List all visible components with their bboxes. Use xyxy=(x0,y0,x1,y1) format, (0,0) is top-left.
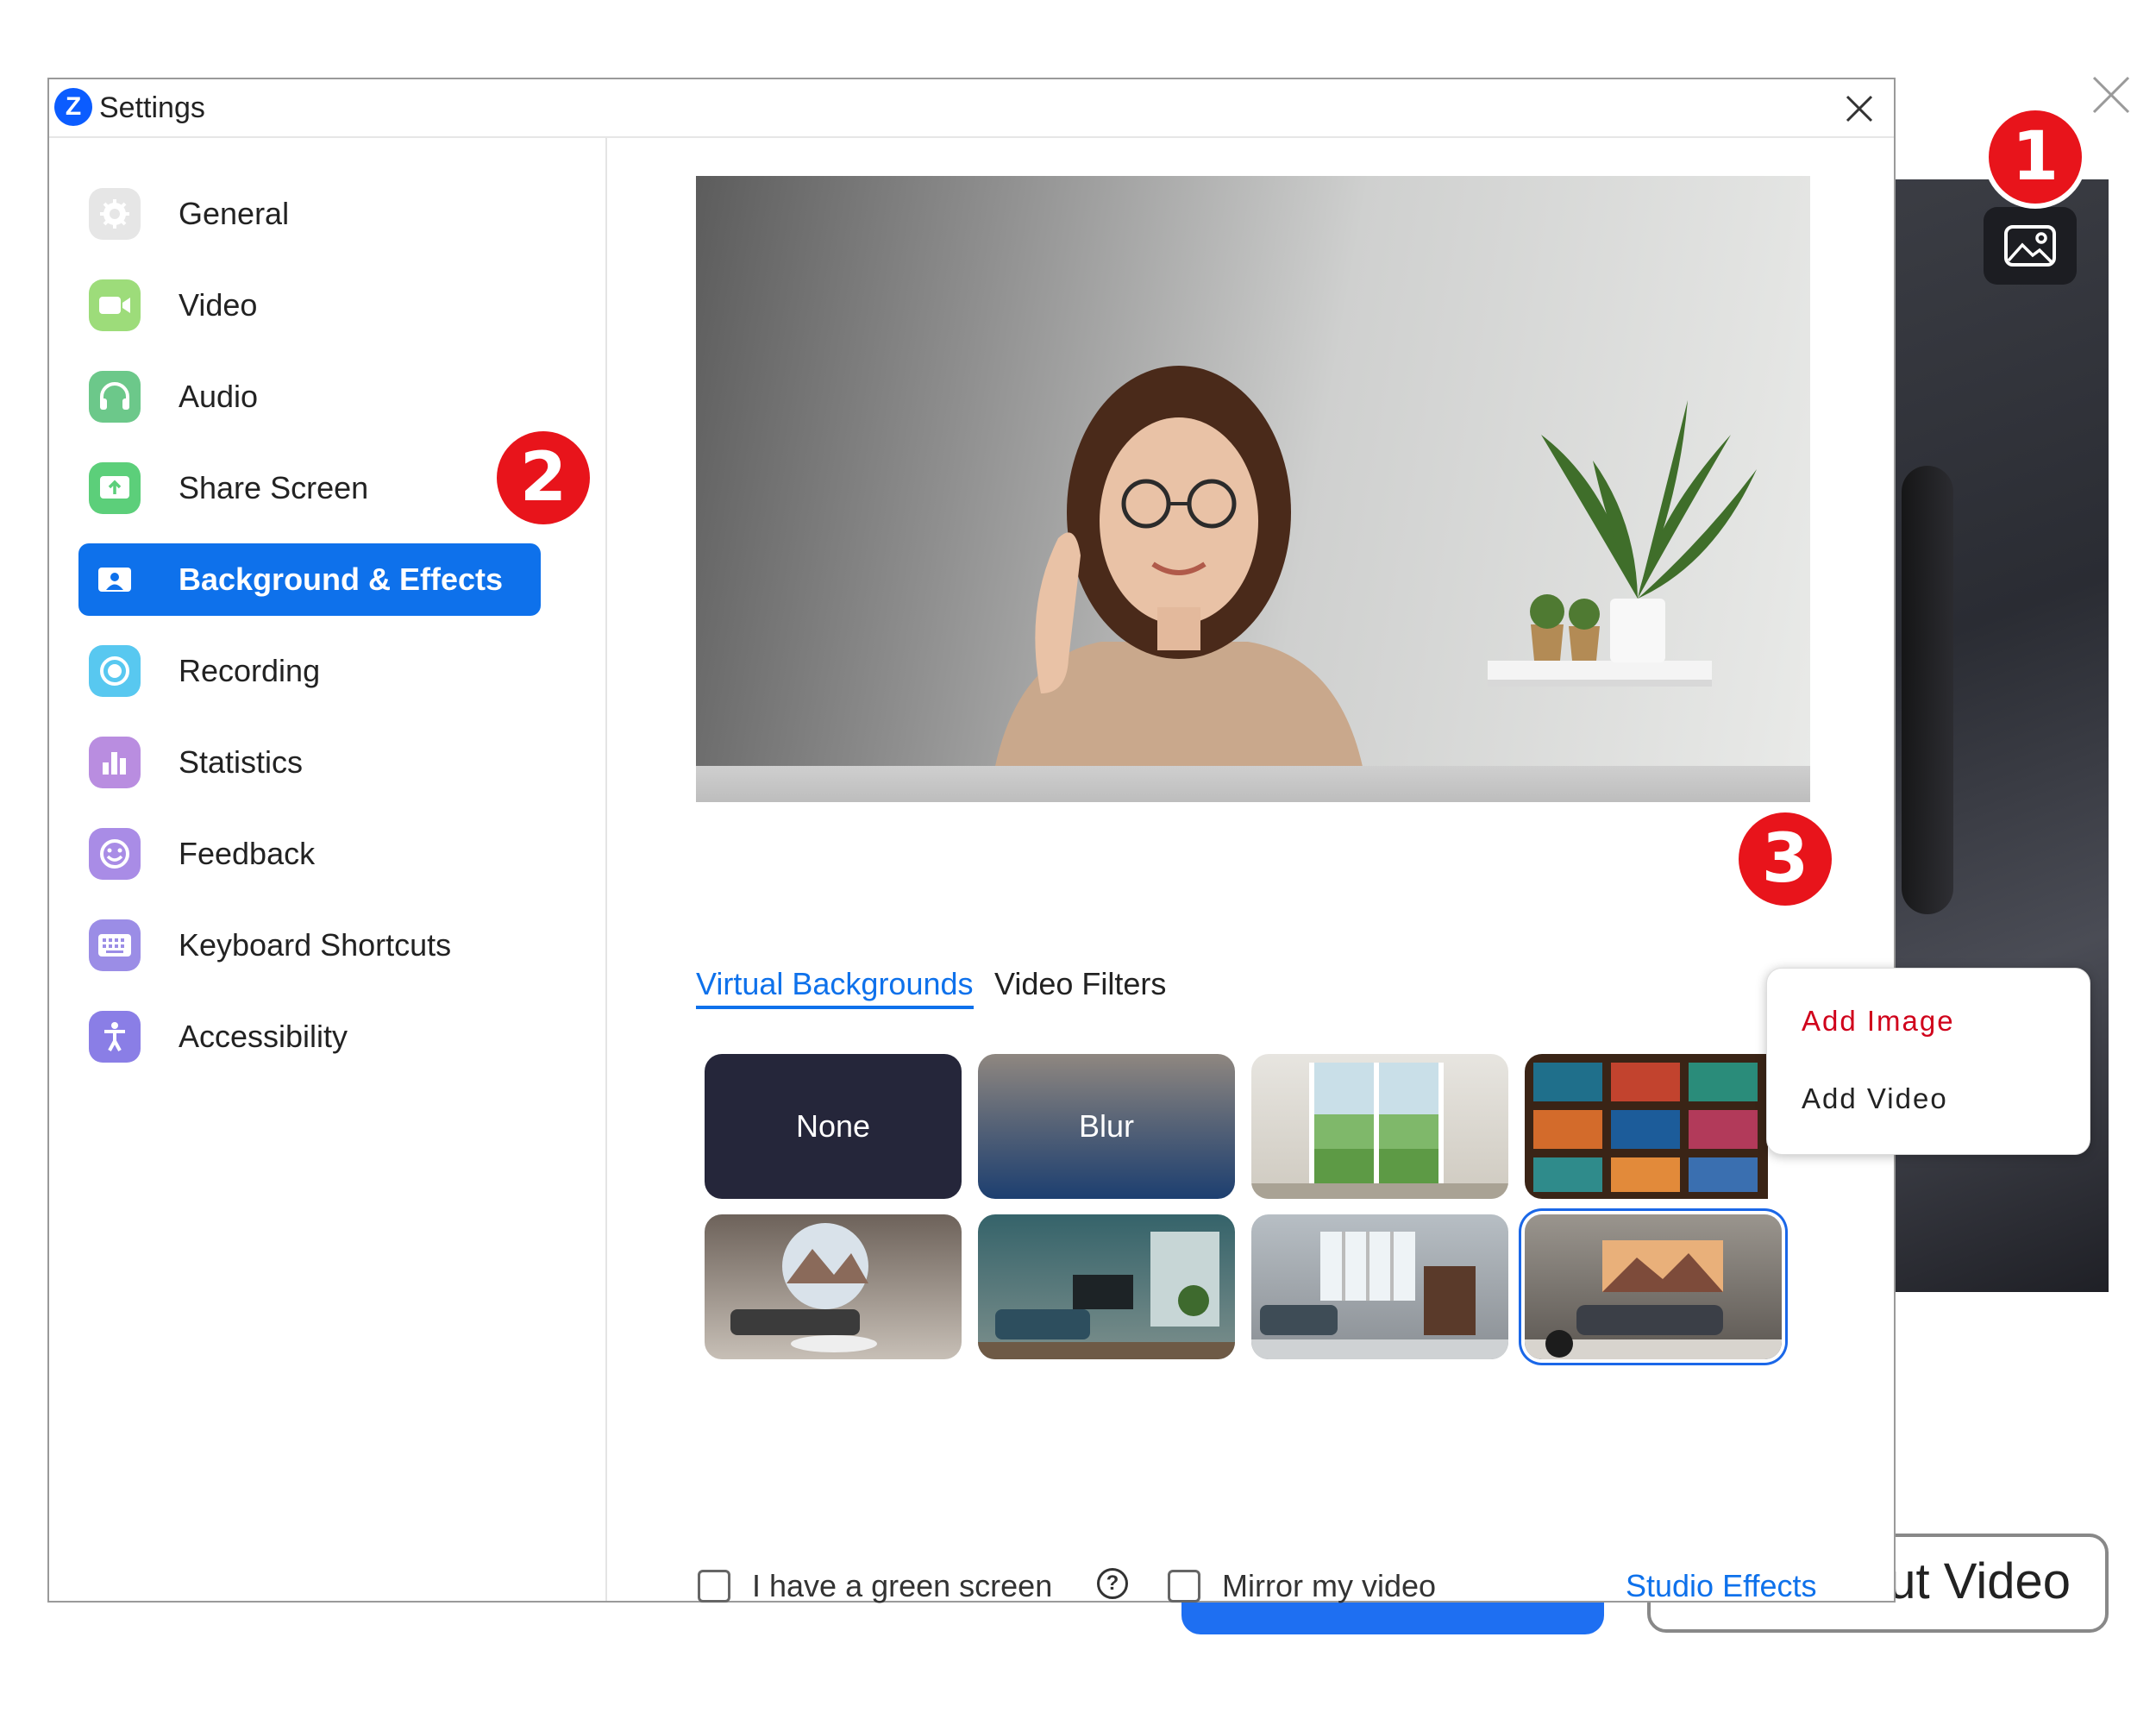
background-none[interactable]: None xyxy=(705,1054,962,1199)
sidebar-item-label: General xyxy=(179,196,290,231)
sidebar-item-label: Share Screen xyxy=(179,470,369,505)
sidebar-item-background-effects[interactable]: Background & Effects xyxy=(78,543,541,616)
record-icon xyxy=(89,645,141,697)
step-badge-1: 1 xyxy=(1989,110,2082,204)
step-badge-2: 2 xyxy=(497,431,590,524)
sidebar-item-audio[interactable]: Audio xyxy=(78,361,541,433)
background-bookshelf[interactable] xyxy=(1525,1054,1768,1199)
living-room-bright-image xyxy=(1251,1232,1508,1359)
living-room-round-window-image xyxy=(730,1223,877,1352)
garden-window-image xyxy=(1251,1063,1508,1199)
sidebar-item-general[interactable]: General xyxy=(78,178,541,250)
sidebar-item-label: Video xyxy=(179,287,258,323)
green-screen-label: I have a green screen xyxy=(752,1568,1053,1603)
preview-scene xyxy=(989,366,1757,802)
settings-sidebar: General Video Audio Share Screen Backgro… xyxy=(49,138,607,1601)
share-screen-icon xyxy=(89,462,141,514)
background-preview-shape xyxy=(1902,466,1953,914)
background-effects-panel: Virtual Backgrounds Video Filters None B… xyxy=(607,138,1894,1604)
sidebar-item-label: Accessibility xyxy=(179,1019,348,1054)
sidebar-item-video[interactable]: Video xyxy=(78,269,541,342)
sidebar-item-label: Recording xyxy=(179,653,321,688)
studio-effects-link[interactable]: Studio Effects xyxy=(1626,1568,1816,1604)
living-room-mountain-art-image xyxy=(1525,1240,1782,1359)
close-icon[interactable] xyxy=(1840,90,1878,128)
video-camera-icon xyxy=(89,279,141,331)
sidebar-item-label: Keyboard Shortcuts xyxy=(179,927,452,963)
sidebar-item-label: Feedback xyxy=(179,836,316,871)
sidebar-item-recording[interactable]: Recording xyxy=(78,635,541,707)
preview-floor xyxy=(696,766,1810,802)
background-blur[interactable]: Blur xyxy=(978,1054,1235,1199)
background-living-room-mountain-art[interactable] xyxy=(1525,1214,1782,1359)
title-bar: Z Settings xyxy=(49,79,1894,138)
accessibility-icon xyxy=(89,1011,141,1063)
background-living-room-bright[interactable] xyxy=(1251,1214,1508,1359)
tab-virtual-backgrounds[interactable]: Virtual Backgrounds xyxy=(696,966,974,1009)
background-garden-window[interactable] xyxy=(1251,1054,1508,1199)
sidebar-item-label: Audio xyxy=(179,379,259,414)
mirror-video-checkbox[interactable] xyxy=(1168,1570,1200,1603)
camera-preview xyxy=(696,176,1810,802)
background-living-room-teal[interactable] xyxy=(978,1214,1235,1359)
window-title: Settings xyxy=(99,91,205,124)
add-background-menu: Add Image Add Video xyxy=(1766,968,2090,1155)
headphones-icon xyxy=(89,371,141,423)
bookshelf-image xyxy=(1533,1063,1758,1192)
bar-chart-icon xyxy=(89,737,141,788)
sidebar-item-share-screen[interactable]: Share Screen xyxy=(78,452,541,524)
background-image-button[interactable] xyxy=(1984,207,2077,285)
green-screen-checkbox[interactable] xyxy=(698,1570,730,1603)
sidebar-item-feedback[interactable]: Feedback xyxy=(78,818,541,890)
tab-video-filters[interactable]: Video Filters xyxy=(994,966,1166,1002)
background-icon xyxy=(89,554,141,605)
sidebar-item-keyboard-shortcuts[interactable]: Keyboard Shortcuts xyxy=(78,909,541,982)
help-icon[interactable]: ? xyxy=(1097,1568,1128,1599)
sidebar-item-label: Statistics xyxy=(179,744,304,780)
smiley-icon xyxy=(89,828,141,880)
image-icon xyxy=(2004,225,2056,267)
background-living-room-round-window[interactable] xyxy=(705,1214,962,1359)
add-image-menu-item[interactable]: Add Image xyxy=(1802,1005,1955,1038)
zoom-logo-icon: Z xyxy=(54,88,92,126)
add-video-menu-item[interactable]: Add Video xyxy=(1802,1082,1948,1115)
keyboard-icon xyxy=(89,919,141,971)
sidebar-item-label: Background & Effects xyxy=(179,561,504,597)
mirror-video-label: Mirror my video xyxy=(1222,1568,1437,1603)
step-badge-3: 3 xyxy=(1739,812,1832,906)
gear-icon xyxy=(89,188,141,240)
living-room-teal-image xyxy=(978,1232,1235,1359)
background-close-icon[interactable] xyxy=(2087,71,2135,119)
sidebar-item-statistics[interactable]: Statistics xyxy=(78,726,541,799)
sidebar-item-accessibility[interactable]: Accessibility xyxy=(78,1000,541,1073)
settings-window: Z Settings General Video Audio Share Scr… xyxy=(47,78,1896,1603)
